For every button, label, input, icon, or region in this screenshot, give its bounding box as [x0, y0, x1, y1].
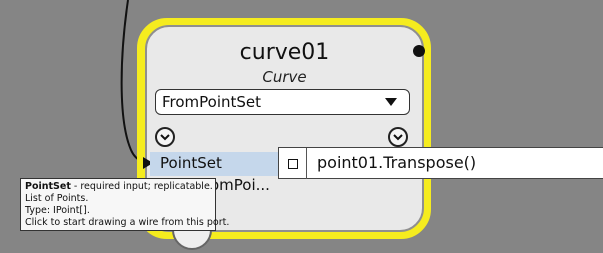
node-title: curve01 — [239, 40, 330, 65]
method-dropdown[interactable]: FromPointSet — [155, 89, 410, 115]
port-tooltip: PointSet - required input; replicatable.… — [20, 178, 230, 231]
output-port[interactable] — [413, 45, 425, 57]
expand-inputs-button[interactable] — [155, 127, 175, 147]
input-port2-label: omPoi... — [210, 176, 270, 194]
divider — [306, 148, 307, 179]
tooltip-line4: Click to start drawing a wire from this … — [25, 217, 230, 228]
tooltip-line3: Type: IPoint[]. — [25, 205, 90, 216]
node-subtitle: Curve — [262, 68, 307, 86]
tooltip-line2: List of Points. — [25, 193, 89, 204]
input-port-label: PointSet — [160, 154, 222, 172]
chevron-down-icon — [393, 134, 403, 141]
code-block-node[interactable]: point01.Transpose() — [278, 147, 603, 179]
code-block-text[interactable]: point01.Transpose() — [317, 153, 476, 172]
chevron-down-icon — [160, 134, 170, 141]
code-block-checkbox[interactable] — [288, 159, 298, 169]
expand-outputs-button[interactable] — [388, 127, 408, 147]
tooltip-port-name: PointSet — [25, 181, 71, 192]
tooltip-line1: PointSet - required input; replicatable. — [25, 181, 213, 193]
method-dropdown-value: FromPointSet — [162, 93, 262, 111]
input-port-pointset[interactable]: PointSet — [150, 152, 278, 176]
graph-canvas[interactable]: curve01 Curve FromPointSet PointSet omPo… — [0, 0, 603, 253]
chevron-down-icon — [385, 98, 397, 106]
tooltip-desc: - required input; replicatable. — [70, 181, 213, 192]
